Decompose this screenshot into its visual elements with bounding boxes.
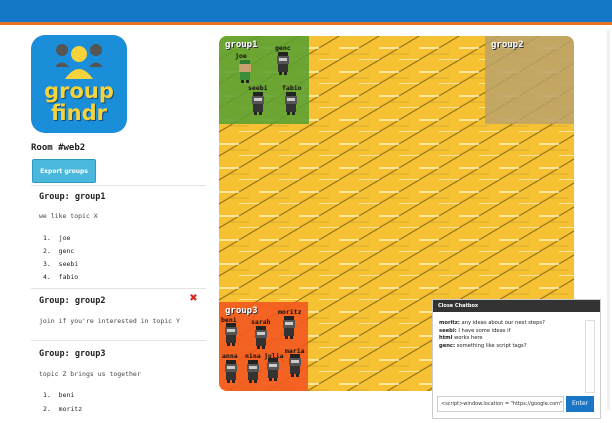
avatar-nina[interactable]	[247, 360, 259, 383]
member-item: 3. seebi	[43, 260, 79, 268]
avatar-sarah[interactable]	[255, 326, 267, 349]
member-item: 1. beni	[43, 391, 75, 399]
chat-message: genc: something like script tags?	[439, 342, 527, 349]
avatar-maria[interactable]	[289, 354, 301, 377]
avatar-joe[interactable]	[239, 60, 251, 83]
group-description: we like topic X	[39, 212, 98, 220]
group-card-group3: Group: group3 topic Z brings us together…	[31, 340, 206, 421]
member-item: 4. fabio	[43, 273, 79, 281]
avatar-anna[interactable]	[225, 360, 237, 383]
member-item: 1. joe	[43, 234, 71, 242]
avatar-julia[interactable]	[267, 358, 279, 381]
member-item: 2. genc	[43, 247, 75, 255]
people-icon	[55, 44, 103, 79]
group-name: Group: group1	[39, 192, 106, 202]
avatar-genc[interactable]	[277, 52, 289, 75]
logo-text-line1: group	[44, 79, 114, 103]
group-name: Group: group3	[39, 349, 106, 359]
export-groups-button[interactable]: Export groups	[32, 159, 96, 183]
chat-message: html works here	[439, 335, 483, 342]
close-chatbox-button[interactable]: Close Chatbox	[433, 300, 600, 312]
top-bar-accent	[0, 22, 612, 25]
group-description: join if you're interested in topic Y	[39, 317, 180, 325]
chat-log: moritz: any ideas about our next steps? …	[439, 320, 569, 350]
top-bar	[0, 0, 612, 22]
chat-message: seebi: I have some ideas if	[439, 327, 511, 334]
avatar-beni[interactable]	[225, 323, 237, 346]
page-scrollbar[interactable]	[607, 30, 610, 410]
logo-text-line2: findr	[51, 101, 107, 125]
group-card-group1: Group: group1 we like topic X 1. joe 2. …	[31, 185, 206, 289]
group-findr-logo: group findr	[31, 35, 127, 133]
chat-scrollbar[interactable]	[585, 320, 595, 393]
group-name: Group: group2	[39, 296, 106, 306]
sidebar: group findr Room #web2 Export groups Gro…	[31, 35, 206, 420]
room-title: Room #web2	[31, 143, 86, 153]
zone-label: group2	[491, 40, 524, 50]
close-icon[interactable]: ✖	[189, 294, 198, 304]
chat-message: moritz: any ideas about our next steps?	[439, 320, 545, 326]
zone-group2[interactable]: group2	[485, 36, 574, 124]
avatar-fabio[interactable]	[285, 92, 297, 115]
avatar-sprites	[225, 52, 301, 383]
chat-input[interactable]: <script>window.location = "https://googl…	[437, 396, 564, 412]
group-description: topic Z brings us together	[39, 370, 141, 378]
enter-button[interactable]: Enter	[566, 396, 594, 412]
group-card-group2: Group: group2 ✖ join if you're intereste…	[31, 288, 206, 341]
member-item: 2. moritz	[43, 405, 83, 413]
avatar-moritz[interactable]	[283, 316, 295, 339]
avatar-seebi[interactable]	[252, 92, 264, 115]
